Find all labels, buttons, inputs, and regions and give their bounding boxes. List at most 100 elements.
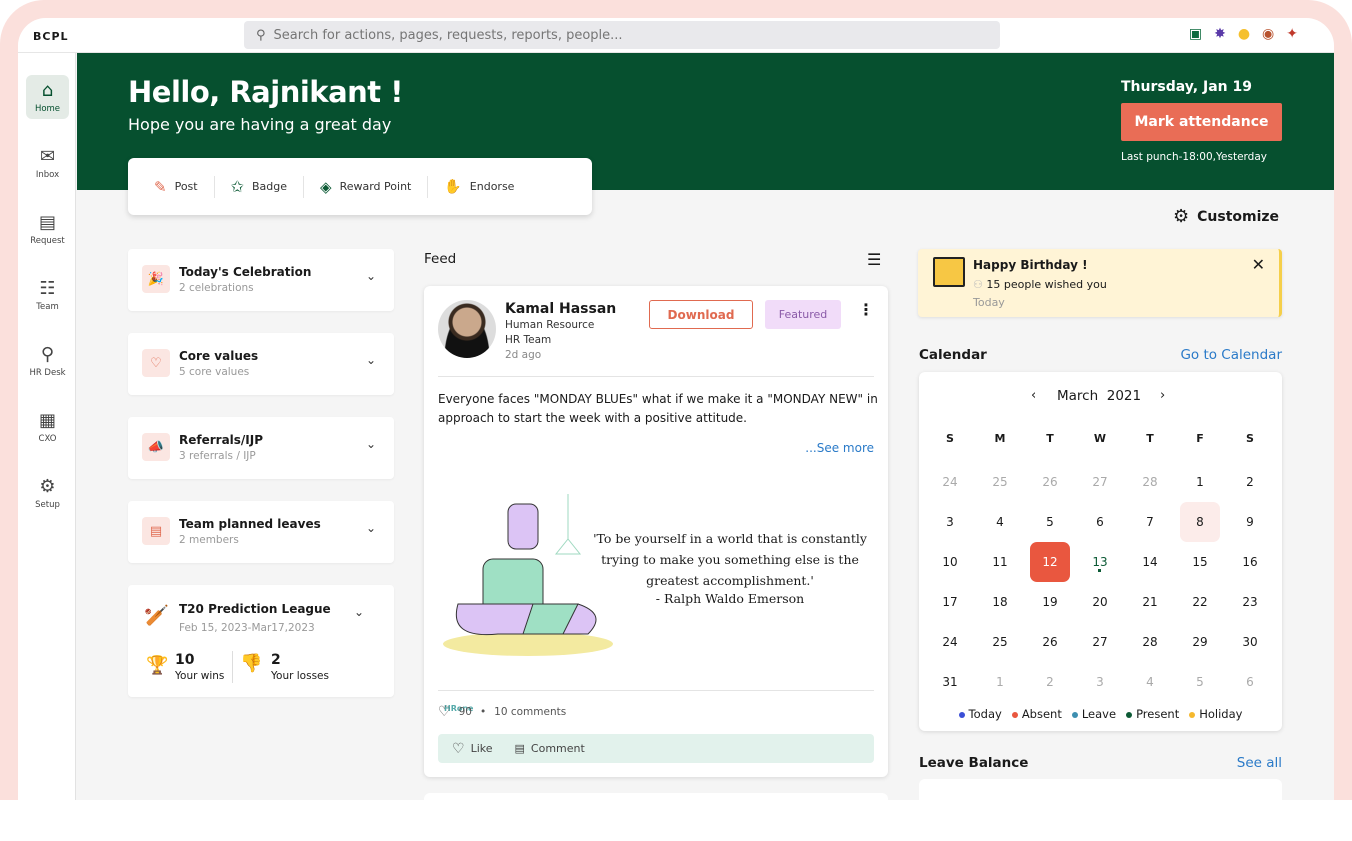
calendar-day[interactable]: 16	[1230, 542, 1270, 582]
calendar-day[interactable]: 2	[1230, 462, 1270, 502]
calendar-day[interactable]: 1	[980, 662, 1020, 702]
calendar-day[interactable]: 12	[1030, 542, 1070, 582]
prev-month-button[interactable]: ‹	[1031, 388, 1036, 403]
like-button[interactable]: ♡ Like	[452, 741, 493, 757]
widget-card[interactable]: 📣 Referrals/IJP 3 referrals / IJP ⌄	[128, 417, 394, 479]
sidebar-item-setup[interactable]: ⚙ Setup	[26, 471, 69, 515]
like-count: 90	[458, 706, 472, 718]
customize-button[interactable]: ⚙ Customize	[1173, 206, 1279, 227]
chevron-down-icon[interactable]: ⌄	[366, 269, 376, 283]
greeting: Hello, Rajnikant !	[128, 75, 403, 109]
see-more-link[interactable]: ...See more	[805, 441, 874, 455]
brand-logo: BCPL	[33, 30, 69, 43]
calendar-day[interactable]: 28	[1130, 622, 1170, 662]
filter-icon[interactable]: ☰	[867, 250, 881, 269]
calendar-day[interactable]: 11	[980, 542, 1020, 582]
reward-point-action[interactable]: ◈ Reward Point	[304, 175, 429, 198]
t20-card[interactable]: 🏏 T20 Prediction League Feb 15, 2023-Mar…	[128, 585, 394, 697]
chevron-down-icon[interactable]: ⌄	[366, 521, 376, 535]
calendar-day[interactable]: 3	[930, 502, 970, 542]
widget-card[interactable]: ♡ Core values 5 core values ⌄	[128, 333, 394, 395]
sidebar-item-cxo[interactable]: ▦ CXO	[26, 405, 69, 449]
sidebar-item-inbox[interactable]: ✉ Inbox	[26, 141, 69, 185]
calendar-day[interactable]: 29	[1180, 622, 1220, 662]
calendar-day[interactable]: 5	[1030, 502, 1070, 542]
reward-icon: ◈	[320, 177, 332, 196]
calendar-day[interactable]: 2	[1030, 662, 1070, 702]
calendar-day[interactable]: 9	[1230, 502, 1270, 542]
calendar-day[interactable]: 14	[1130, 542, 1170, 582]
search-bar[interactable]: ⚲	[244, 21, 1000, 49]
calendar-day[interactable]: 26	[1030, 462, 1070, 502]
endorse-action[interactable]: ✋ Endorse	[428, 176, 530, 198]
sidebar-item-label: Team	[36, 302, 59, 312]
comment-count[interactable]: 10 comments	[494, 706, 566, 718]
megaphone-icon: 📣	[142, 433, 170, 461]
calendar-day[interactable]: 1	[1180, 462, 1220, 502]
calendar-day[interactable]: 8	[1180, 502, 1220, 542]
mark-attendance-button[interactable]: Mark attendance	[1121, 103, 1282, 141]
calendar-day[interactable]: 18	[980, 582, 1020, 622]
people-icon: ⚇	[973, 278, 983, 291]
calendar-day[interactable]: 26	[1030, 622, 1070, 662]
calendar-day[interactable]: 19	[1030, 582, 1070, 622]
party-icon: 🎉	[142, 265, 170, 293]
search-input[interactable]	[273, 27, 874, 43]
calendar-day[interactable]: 4	[1130, 662, 1170, 702]
calendar-day[interactable]: 27	[1080, 622, 1120, 662]
calendar-day[interactable]: 25	[980, 622, 1020, 662]
avatar[interactable]	[438, 300, 496, 358]
calendar-day[interactable]: 22	[1180, 582, 1220, 622]
calendar-day[interactable]: 23	[1230, 582, 1270, 622]
calendar-day[interactable]: 4	[980, 502, 1020, 542]
post-image[interactable]: HRone 'To be yourself in a world that is…	[438, 486, 874, 713]
next-month-button[interactable]: ›	[1160, 388, 1165, 403]
calendar-day[interactable]: 13	[1080, 542, 1120, 582]
calendar-day[interactable]: 24	[930, 622, 970, 662]
calendar-day[interactable]: 5	[1180, 662, 1220, 702]
close-icon[interactable]: ✕	[1252, 255, 1265, 274]
leave-balance-title: Leave Balance	[919, 755, 1029, 771]
store-icon[interactable]: ▣	[1189, 26, 1202, 42]
calendar-day[interactable]: 27	[1080, 462, 1120, 502]
calendar-day[interactable]: 28	[1130, 462, 1170, 502]
sidebar-item-request[interactable]: ▤ Request	[26, 207, 69, 251]
more-options-icon[interactable]: ⋮	[858, 300, 874, 319]
go-to-calendar-link[interactable]: Go to Calendar	[1118, 347, 1282, 363]
calendar-day[interactable]: 15	[1180, 542, 1220, 582]
sidebar-item-team[interactable]: ☷ Team	[26, 273, 69, 317]
medal-icon[interactable]: ◉	[1262, 26, 1274, 42]
chevron-down-icon[interactable]: ⌄	[366, 437, 376, 451]
calendar-day[interactable]: 3	[1080, 662, 1120, 702]
download-button[interactable]: Download	[649, 300, 753, 329]
weekday-header: S	[1246, 431, 1254, 445]
calendar-day[interactable]: 17	[930, 582, 970, 622]
sidebar-item-hr-desk[interactable]: ⚲ HR Desk	[26, 339, 69, 383]
calendar-day[interactable]: 31	[930, 662, 970, 702]
widget-card[interactable]: 🎉 Today's Celebration 2 celebrations ⌄	[128, 249, 394, 311]
birthday-wishes[interactable]: ⚇ 15 people wished you	[973, 278, 1107, 291]
calendar-day[interactable]: 10	[930, 542, 970, 582]
calendar-day[interactable]: 25	[980, 462, 1020, 502]
calendar-day[interactable]: 24	[930, 462, 970, 502]
calendar-day[interactable]: 30	[1230, 622, 1270, 662]
badge-action[interactable]: ✩ Badge	[215, 175, 305, 198]
calendar-day[interactable]: 6	[1080, 502, 1120, 542]
widget-card[interactable]: ▤ Team planned leaves 2 members ⌄	[128, 501, 394, 563]
bulb-icon[interactable]: ●	[1238, 26, 1250, 42]
see-all-link[interactable]: See all	[1168, 755, 1282, 771]
pin-icon[interactable]: ✦	[1286, 26, 1298, 42]
post-action[interactable]: ✎ Post	[146, 175, 215, 198]
comment-button[interactable]: ▤ Comment	[515, 742, 585, 755]
chevron-down-icon[interactable]: ⌄	[354, 605, 364, 619]
chevron-down-icon[interactable]: ⌄	[366, 353, 376, 367]
calendar-day[interactable]: 20	[1080, 582, 1120, 622]
badge-icon[interactable]: ✸	[1214, 26, 1226, 42]
author-name[interactable]: Kamal Hassan	[505, 301, 616, 317]
calendar-day[interactable]: 7	[1130, 502, 1170, 542]
calendar-day[interactable]: 21	[1130, 582, 1170, 622]
sidebar-item-home[interactable]: ⌂ Home	[26, 75, 69, 119]
calendar-day[interactable]: 6	[1230, 662, 1270, 702]
author-team: HR Team	[505, 334, 552, 346]
birthday-time: Today	[973, 296, 1005, 309]
